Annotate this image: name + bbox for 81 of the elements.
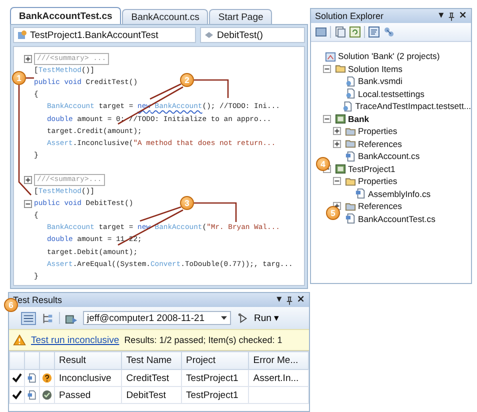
csharp-file-icon xyxy=(345,213,356,224)
panel-control[interactable]: ▾ xyxy=(438,10,444,22)
tree-item[interactable]: TestProject1 xyxy=(348,164,396,174)
collapse-icon[interactable] xyxy=(323,114,331,123)
tree-item[interactable]: BankAccount.cs xyxy=(358,151,420,162)
tree-item[interactable]: Solution 'Bank' (2 projects) xyxy=(338,51,440,62)
collapse-icon[interactable] xyxy=(333,177,341,186)
refresh-icon[interactable] xyxy=(349,26,361,38)
column-header[interactable]: Error Me... xyxy=(248,352,308,370)
checkmark-icon[interactable] xyxy=(12,373,22,383)
table-cell: Assert.In... xyxy=(248,370,308,386)
tree-item[interactable]: Bank xyxy=(348,114,370,124)
status-link[interactable]: Test run inconclusive xyxy=(31,334,120,346)
leader-line xyxy=(194,79,229,98)
solution-icon xyxy=(325,50,336,62)
column-header[interactable]: Project xyxy=(181,352,249,370)
expand-icon[interactable] xyxy=(24,55,32,64)
warning-icon xyxy=(13,334,26,346)
folder-icon xyxy=(345,200,356,212)
file-icon xyxy=(345,88,356,100)
document-tab[interactable]: BankAccountTest.cs xyxy=(10,7,122,24)
test-file-icon xyxy=(27,373,37,383)
properties-icon[interactable] xyxy=(315,26,327,38)
tree-item[interactable]: Local.testsettings xyxy=(358,88,424,99)
table-cell: TestProject1 xyxy=(181,386,249,404)
table-cell: Passed xyxy=(54,386,122,404)
table-cell: Inconclusive xyxy=(54,370,122,386)
folder-icon xyxy=(345,138,356,150)
tree-item[interactable]: BankAccountTest.cs xyxy=(358,214,436,224)
code-view-icon[interactable] xyxy=(368,26,380,38)
collapse-icon[interactable] xyxy=(24,200,32,208)
test-run-dropdown[interactable]: jeff@computer1 2008-11-21 xyxy=(83,311,231,325)
panel-title: Solution Explorer xyxy=(315,11,385,21)
table-cell: DebitTest xyxy=(122,386,182,404)
type-dropdown[interactable]: TestProject1.BankAccountTest xyxy=(13,27,196,43)
expand-icon[interactable] xyxy=(333,140,341,148)
tree-item[interactable]: Bank.vsmdi xyxy=(358,76,402,86)
project-icon xyxy=(335,163,346,174)
tree-item[interactable]: Solution Items xyxy=(348,64,402,74)
expand-icon[interactable] xyxy=(333,127,341,136)
run-button[interactable]: Run ▾ xyxy=(254,312,280,324)
test-file-icon xyxy=(27,390,37,400)
method-icon xyxy=(204,30,214,40)
passed-icon xyxy=(42,390,52,400)
column-header[interactable]: Test Name xyxy=(122,352,182,370)
status-text: Results: 1/2 passed; Item(s) checked: 1 xyxy=(124,335,282,345)
document-tab[interactable]: BankAccount.cs xyxy=(122,9,208,24)
member-dropdown[interactable]: DebitTest() xyxy=(200,27,305,43)
project-icon xyxy=(335,113,346,124)
panel-control[interactable]: × xyxy=(458,10,467,22)
panel-control[interactable]: × xyxy=(296,294,305,306)
panel-title: Test Results xyxy=(13,295,64,305)
leader-line xyxy=(194,202,237,222)
csharp-file-icon xyxy=(355,188,366,200)
checkmark-icon[interactable] xyxy=(12,390,22,400)
pin-icon[interactable] xyxy=(286,296,293,304)
tree-item[interactable]: References xyxy=(358,138,402,149)
class-icon xyxy=(17,30,27,40)
collapse-icon[interactable] xyxy=(323,64,331,73)
list-view-icon[interactable] xyxy=(21,312,36,324)
tree-item[interactable]: Properties xyxy=(358,176,398,186)
expand-icon[interactable] xyxy=(24,176,32,184)
table-cell: TestProject1 xyxy=(181,370,249,386)
tree-item[interactable]: References xyxy=(358,201,402,212)
csharp-file-icon xyxy=(345,150,356,162)
question-icon xyxy=(42,373,52,383)
column-header[interactable]: Result xyxy=(54,352,122,370)
table-cell: CreditTest xyxy=(122,370,182,386)
folder-icon xyxy=(335,63,346,74)
document-tab[interactable]: Start Page xyxy=(209,9,272,24)
folder-icon xyxy=(345,126,356,137)
folder-icon xyxy=(345,176,356,187)
file-icon xyxy=(342,100,354,112)
tree-item[interactable]: TraceAndTestImpact.testsett... xyxy=(355,101,471,112)
files-icon[interactable] xyxy=(334,26,346,38)
pin-icon[interactable] xyxy=(448,12,455,20)
panel-control[interactable]: ▾ xyxy=(276,294,282,306)
file-icon xyxy=(345,76,356,87)
tree-item[interactable]: Properties xyxy=(358,126,398,136)
dropdown-arrow-icon xyxy=(221,316,227,320)
tree-item[interactable]: AssemblyInfo.cs xyxy=(368,188,431,199)
